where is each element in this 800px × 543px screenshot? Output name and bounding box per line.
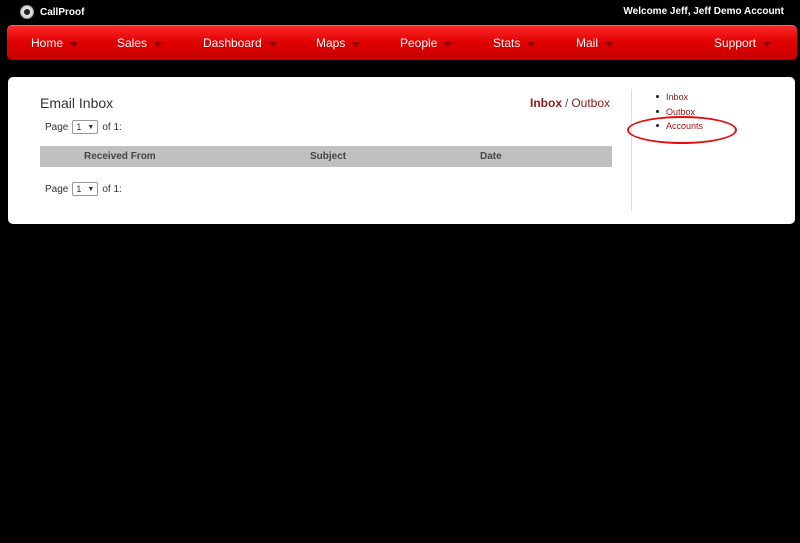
nav-maps-label: Maps (316, 36, 346, 50)
pager-total: of 1: (102, 183, 122, 195)
column-subject[interactable]: Subject (310, 151, 346, 162)
chevron-down-icon (70, 41, 79, 47)
callproof-logo-icon (20, 5, 34, 19)
nav-stats[interactable]: Stats (493, 36, 536, 50)
pager-label: Page (45, 121, 69, 133)
chevron-down-icon (527, 41, 536, 47)
pager-total: of 1: (102, 121, 122, 133)
nav-maps[interactable]: Maps (316, 36, 361, 50)
column-received-from[interactable]: Received From (84, 151, 156, 162)
nav-stats-label: Stats (493, 36, 521, 50)
page-select-value: 1 (76, 122, 82, 132)
nav-mail-label: Mail (576, 36, 599, 50)
chevron-down-icon (154, 41, 163, 47)
nav-dashboard-label: Dashboard (203, 36, 262, 50)
nav-people-label: People (400, 36, 438, 50)
chevron-down-icon (352, 41, 361, 47)
mailbox-switch: Inbox / Outbox (530, 96, 610, 110)
chevron-down-icon (444, 41, 453, 47)
chevron-down-icon (605, 41, 614, 47)
nav-sales-label: Sales (117, 36, 148, 50)
highlight-annotation-oval (627, 116, 737, 144)
column-date[interactable]: Date (480, 151, 502, 162)
mailbox-separator: / (565, 96, 569, 110)
inbox-link[interactable]: Inbox (530, 96, 562, 110)
page-select[interactable]: 1 ▼ (72, 120, 99, 134)
sidebar-item-inbox: Inbox (656, 92, 703, 107)
page-select-value: 1 (76, 184, 82, 194)
nav-mail[interactable]: Mail (576, 36, 614, 50)
nav-sales[interactable]: Sales (117, 36, 163, 50)
dropdown-arrow-icon: ▼ (87, 123, 95, 131)
nav-support[interactable]: Support (714, 36, 772, 50)
nav-home-label: Home (31, 36, 64, 50)
nav-people[interactable]: People (400, 36, 453, 50)
outbox-link[interactable]: Outbox (571, 96, 610, 110)
welcome-message: Welcome Jeff, Jeff Demo Account (623, 6, 784, 17)
pager-top: Page 1 ▼ of 1: (45, 120, 122, 134)
app-name: CallProof (40, 6, 85, 18)
nav-home[interactable]: Home (31, 36, 79, 50)
content-panel: Email Inbox Inbox / Outbox Page 1 ▼ of 1: … (8, 77, 795, 224)
sidebar-divider (631, 89, 632, 211)
page-select[interactable]: 1 ▼ (72, 182, 99, 196)
email-table-header: Received From Subject Date (40, 146, 612, 167)
main-nav: Home Sales Dashboard Maps People Stats M… (7, 25, 797, 60)
nav-support-label: Support (714, 36, 757, 50)
app-logo[interactable]: CallProof (20, 5, 84, 19)
sidebar-link-outbox[interactable]: Outbox (666, 107, 695, 117)
dropdown-arrow-icon: ▼ (87, 185, 95, 193)
top-bar: CallProof Welcome Jeff, Jeff Demo Accoun… (0, 0, 800, 24)
page-title: Email Inbox (40, 95, 114, 111)
pager-bottom: Page 1 ▼ of 1: (45, 182, 122, 196)
chevron-down-icon (268, 41, 277, 47)
nav-dashboard[interactable]: Dashboard (203, 36, 277, 50)
sidebar-link-inbox[interactable]: Inbox (666, 92, 688, 102)
pager-label: Page (45, 183, 69, 195)
chevron-down-icon (763, 41, 772, 47)
